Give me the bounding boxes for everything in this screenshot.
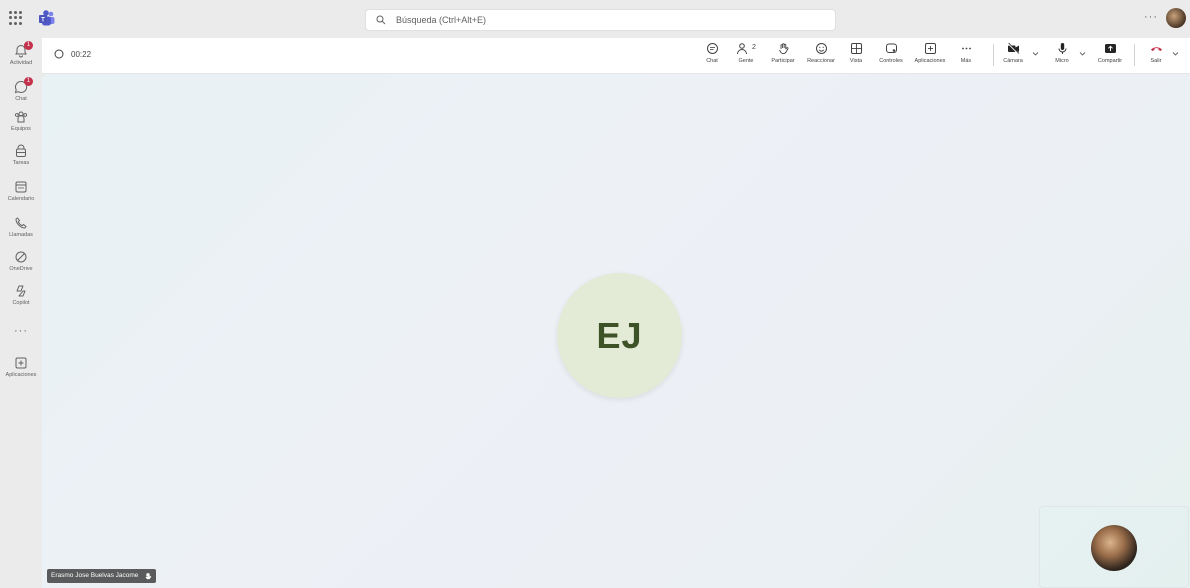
controls-label: Controles <box>879 58 903 64</box>
raise-label: Participar <box>771 58 795 64</box>
rail-label: Llamadas <box>9 232 33 238</box>
smile-icon <box>815 43 827 54</box>
toolbar-divider <box>1134 44 1135 66</box>
rail-label: Equipos <box>11 126 31 132</box>
view-label: Vista <box>849 58 863 64</box>
rail-item-onedrive[interactable]: OneDrive <box>0 250 42 284</box>
left-rail: 1 Actividad 1 Chat Equipos Tareas Calend… <box>0 38 42 588</box>
apps-button[interactable]: Aplicaciones <box>908 42 952 72</box>
chevron-down-icon[interactable] <box>1172 50 1179 57</box>
search-icon <box>376 15 386 25</box>
hand-raised-icon <box>146 572 152 580</box>
notification-badge: 1 <box>24 41 33 50</box>
user-avatar[interactable] <box>1166 8 1186 28</box>
share-button[interactable]: Compartir <box>1092 42 1128 72</box>
rail-item-calls[interactable]: Llamadas <box>0 216 42 250</box>
tasks-icon <box>16 144 26 157</box>
search-input[interactable]: Búsqueda (Ctrl+Alt+E) <box>365 9 836 31</box>
controls-icon <box>885 43 897 53</box>
cloud-icon <box>15 251 27 263</box>
leave-button[interactable]: Salir <box>1145 42 1167 72</box>
chat-button[interactable]: Chat <box>702 42 722 72</box>
raise-hand-button[interactable]: Participar <box>765 42 801 72</box>
rail-label: OneDrive <box>9 266 33 272</box>
phone-icon <box>15 217 27 229</box>
add-apps-icon <box>924 43 936 54</box>
hang-up-icon <box>1150 47 1162 51</box>
more-icon <box>961 47 971 50</box>
rail-item-copilot[interactable]: Copilot <box>0 284 42 318</box>
meeting-toolbar: 00:22 Chat 2 Gente Participar Reaccionar… <box>42 38 1190 74</box>
rail-label: Copilot <box>12 300 30 306</box>
people-count: 2 <box>752 44 756 51</box>
rail-label: Calendario <box>7 196 35 202</box>
teams-icon <box>14 111 28 123</box>
grid-icon <box>850 43 862 54</box>
rail-item-activity[interactable]: 1 Actividad <box>0 41 42 78</box>
participant-name: Erasmo Jose Buelvas Jacome <box>51 572 139 579</box>
camera-button[interactable]: Cámara <box>998 42 1028 72</box>
rail-item-tasks[interactable]: Tareas <box>0 144 42 178</box>
more-apps-icon[interactable]: ··· <box>0 325 42 337</box>
self-avatar <box>1091 525 1137 571</box>
camera-label: Cámara <box>1003 58 1023 64</box>
search-placeholder: Búsqueda (Ctrl+Alt+E) <box>396 15 487 25</box>
add-apps-icon <box>15 357 27 369</box>
rail-label: Aplicaciones <box>5 372 37 378</box>
rail-item-apps[interactable]: Aplicaciones <box>0 356 42 390</box>
chevron-down-icon[interactable] <box>1079 50 1086 57</box>
more-button[interactable]: Más <box>957 42 975 72</box>
teams-logo-icon: T <box>39 10 55 26</box>
chat-icon <box>706 43 718 54</box>
people-label: Gente <box>738 58 754 64</box>
react-button[interactable]: Reaccionar <box>801 42 841 72</box>
rail-label: Actividad <box>9 60 33 66</box>
chevron-down-icon[interactable] <box>1032 50 1039 57</box>
settings-more-button[interactable]: ··· <box>1144 11 1158 23</box>
participant-name-tag: Erasmo Jose Buelvas Jacome <box>47 569 157 583</box>
view-button[interactable]: Vista <box>846 42 866 72</box>
title-bar: T Búsqueda (Ctrl+Alt+E) ··· <box>0 0 1190 38</box>
meeting-stage: EJ Erasmo Jose Buelvas Jacome <box>42 74 1190 588</box>
react-label: Reaccionar <box>807 58 835 64</box>
calendar-icon <box>15 181 27 193</box>
hand-icon <box>778 43 789 55</box>
microphone-icon <box>1058 43 1066 54</box>
share-label: Compartir <box>1097 58 1123 64</box>
toolbar-divider <box>993 44 994 66</box>
meeting-timer: 00:22 <box>54 49 91 59</box>
mic-button[interactable]: Micro <box>1050 42 1074 72</box>
rail-item-chat[interactable]: 1 Chat <box>0 77 42 114</box>
share-screen-icon <box>1104 44 1116 53</box>
participant-avatar: EJ <box>557 273 682 398</box>
mic-label: Micro <box>1055 58 1069 64</box>
rail-item-teams[interactable]: Equipos <box>0 110 42 144</box>
app-launcher-icon[interactable] <box>9 11 23 25</box>
timer-text: 00:22 <box>71 49 92 59</box>
rail-label: Tareas <box>12 160 30 166</box>
more-label: Más <box>960 58 972 64</box>
rail-label: Chat <box>15 96 27 102</box>
camera-off-icon <box>1007 42 1019 55</box>
chat-label: Chat <box>706 58 718 64</box>
notification-badge: 1 <box>24 77 33 86</box>
controls-button[interactable]: Controles <box>874 42 908 72</box>
people-button[interactable]: 2 Gente <box>732 42 760 72</box>
apps-label: Aplicaciones <box>914 58 946 64</box>
rail-item-calendar[interactable]: Calendario <box>0 180 42 214</box>
people-icon <box>737 43 747 55</box>
self-view-tile[interactable] <box>1039 506 1189 588</box>
svg-text:T: T <box>41 17 45 23</box>
shield-icon <box>54 49 64 59</box>
copilot-icon <box>16 285 26 297</box>
leave-label: Salir <box>1150 58 1162 64</box>
